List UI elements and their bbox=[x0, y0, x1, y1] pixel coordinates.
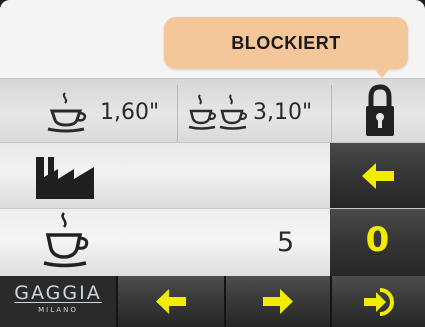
back-arrow-icon bbox=[362, 163, 394, 189]
factory-icon bbox=[36, 157, 94, 199]
enter-icon bbox=[364, 288, 394, 316]
cup-count: 5 bbox=[277, 227, 295, 258]
status-bubble: BLOCKIERT bbox=[164, 17, 408, 69]
cup-counter-item[interactable]: 5 bbox=[0, 209, 330, 277]
bottom-bar: GAGGIA MILANO bbox=[0, 276, 425, 327]
logo-name: GAGGIA bbox=[14, 282, 102, 304]
arrow-right-icon bbox=[263, 289, 293, 314]
gaggia-logo: GAGGIA MILANO bbox=[8, 282, 108, 314]
enter-button[interactable] bbox=[332, 276, 425, 327]
single-cup-icon bbox=[47, 92, 87, 133]
single-cup-time: 1,60" bbox=[100, 100, 160, 125]
counter-reset-value: 0 bbox=[365, 220, 390, 260]
single-cup-icon bbox=[43, 212, 89, 268]
machine-screen: BLOCKIERT 1,60" 3,10" 5 0 GAGGIA MILANO bbox=[0, 0, 425, 327]
counter-reset-button[interactable]: 0 bbox=[330, 209, 425, 277]
factory-settings-item[interactable] bbox=[0, 143, 330, 208]
logo-sub: MILANO bbox=[38, 306, 78, 314]
arrow-left-button[interactable] bbox=[118, 276, 224, 327]
counter-row: 5 0 bbox=[0, 208, 425, 277]
double-cup-icon bbox=[188, 94, 247, 130]
arrow-right-button[interactable] bbox=[226, 276, 330, 327]
double-cup-time: 3,10" bbox=[253, 100, 313, 125]
status-bubble-tail bbox=[372, 66, 392, 78]
status-text: BLOCKIERT bbox=[231, 33, 341, 53]
back-button[interactable] bbox=[330, 143, 425, 208]
arrow-left-icon bbox=[156, 289, 186, 314]
lock-icon bbox=[366, 84, 394, 136]
factory-row bbox=[0, 142, 425, 208]
